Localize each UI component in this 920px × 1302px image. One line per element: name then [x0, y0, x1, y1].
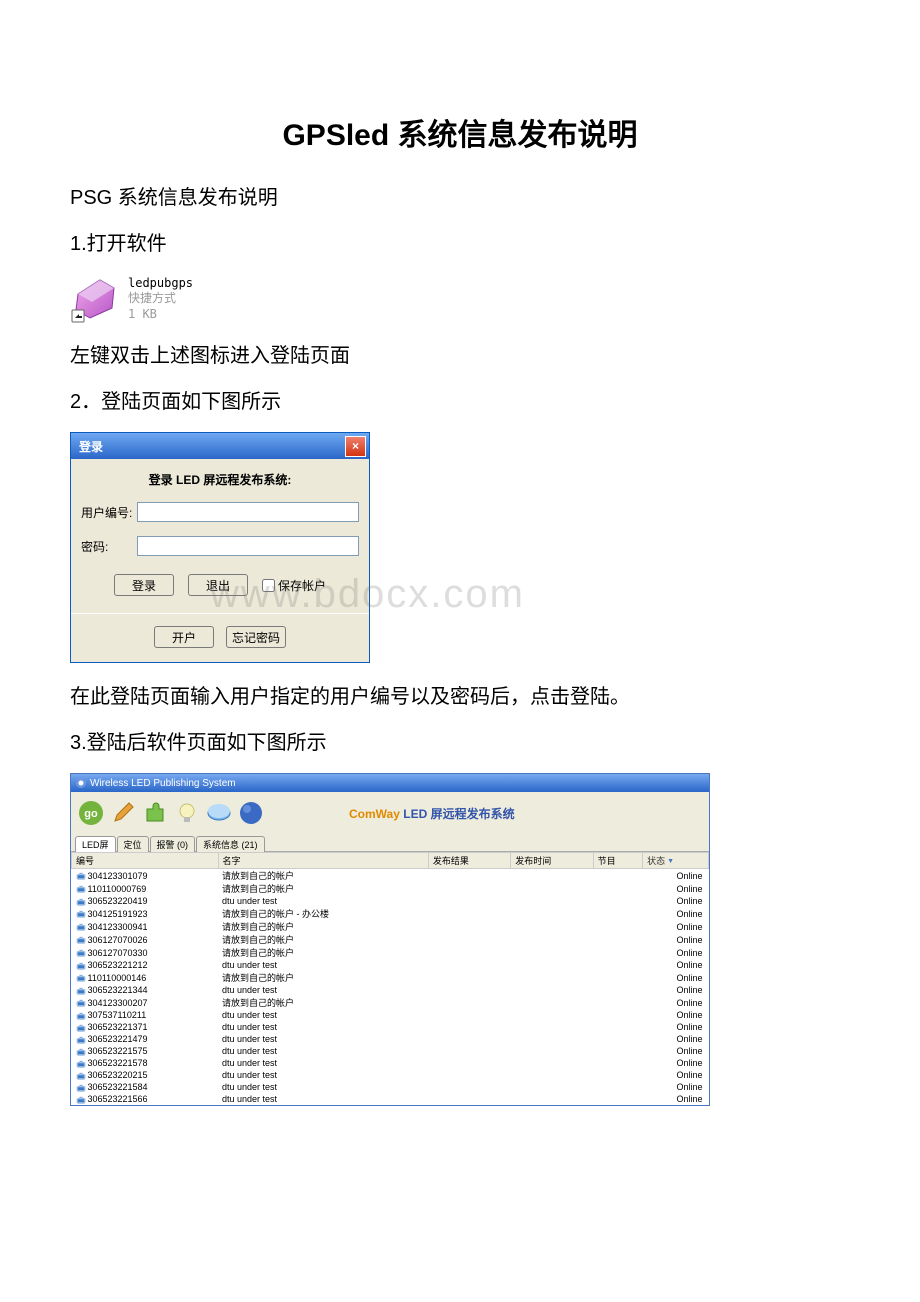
user-input[interactable] — [137, 502, 359, 522]
bulb-icon[interactable] — [173, 799, 201, 827]
app-toolbar: go ComWay LED 屏远程发布系统 — [71, 792, 709, 834]
app-tabs: LED屏定位报警 (0)系统信息 (21) — [71, 834, 709, 852]
device-icon — [76, 1084, 86, 1092]
table-row[interactable]: 306523221566dtu under testOnline — [72, 1093, 709, 1105]
device-icon — [76, 987, 86, 995]
table-header-row: 编号名字发布结果发布时间节目状态▼ — [72, 853, 709, 869]
device-table: 编号名字发布结果发布时间节目状态▼ 304123301079请放到自己的帐户On… — [71, 852, 709, 1105]
table-row[interactable]: 306127070330请放到自己的帐户Online — [72, 946, 709, 959]
save-account-check[interactable] — [262, 579, 275, 592]
globe-icon[interactable] — [237, 799, 265, 827]
col-3[interactable]: 发布时间 — [511, 853, 593, 869]
table-row[interactable]: 304123300207请放到自己的帐户Online — [72, 996, 709, 1009]
app-tab-2[interactable]: 报警 (0) — [150, 836, 196, 852]
login-titlebar: 登录 × — [71, 433, 369, 459]
device-icon — [76, 1036, 86, 1044]
app-window: Wireless LED Publishing System go ComWay… — [70, 773, 710, 1106]
body-line-2: 1.打开软件 — [70, 228, 850, 260]
device-icon — [76, 999, 86, 1007]
login-button[interactable]: 登录 — [114, 574, 174, 596]
shortcut-filename: ledpubgps — [128, 276, 193, 292]
table-row[interactable]: 306127070026请放到自己的帐户Online — [72, 933, 709, 946]
body-line-6: 3.登陆后软件页面如下图所示 — [70, 727, 850, 759]
forgot-password-button[interactable]: 忘记密码 — [226, 626, 286, 648]
device-icon — [76, 1012, 86, 1020]
puzzle-icon[interactable] — [141, 799, 169, 827]
device-icon — [76, 974, 86, 982]
table-row[interactable]: 304125191923请放到自己的帐户 - 办公楼Online — [72, 907, 709, 920]
device-icon — [76, 1048, 86, 1056]
app-icon — [75, 777, 87, 789]
body-line-4: 2．登陆页面如下图所示 — [70, 386, 850, 418]
app-title-text: Wireless LED Publishing System — [90, 778, 236, 789]
table-row[interactable]: 304123300941请放到自己的帐户Online — [72, 920, 709, 933]
go-icon[interactable]: go — [77, 799, 105, 827]
table-row[interactable]: 306523221479dtu under testOnline — [72, 1033, 709, 1045]
disk-toolbar-icon[interactable] — [205, 799, 233, 827]
table-row[interactable]: 306523221344dtu under testOnline — [72, 984, 709, 996]
col-2[interactable]: 发布结果 — [428, 853, 510, 869]
shortcut-type: 快捷方式 — [128, 291, 193, 307]
pencil-icon[interactable] — [109, 799, 137, 827]
col-5[interactable]: 状态▼ — [643, 853, 709, 869]
app-tab-3[interactable]: 系统信息 (21) — [196, 836, 265, 852]
exit-button[interactable]: 退出 — [188, 574, 248, 596]
login-subtitle: 登录 LED 屏远程发布系统: — [81, 471, 359, 488]
device-icon — [76, 949, 86, 957]
app-brand: ComWay LED 屏远程发布系统 — [349, 805, 515, 822]
device-icon — [76, 936, 86, 944]
app-titlebar: Wireless LED Publishing System — [71, 774, 709, 792]
device-icon — [76, 1072, 86, 1080]
table-row[interactable]: 110110000146请放到自己的帐户Online — [72, 971, 709, 984]
device-icon — [76, 898, 86, 906]
device-icon — [76, 910, 86, 918]
table-row[interactable]: 304123301079请放到自己的帐户Online — [72, 869, 709, 883]
shortcut-size: 1 KB — [128, 307, 193, 323]
doc-title: GPSled 系统信息发布说明 — [70, 110, 850, 154]
table-row[interactable]: 307537110211dtu under testOnline — [72, 1009, 709, 1021]
svg-text:go: go — [84, 808, 98, 820]
body-line-5: 在此登陆页面输入用户指定的用户编号以及密码后，点击登陆。 — [70, 681, 850, 713]
sort-icon: ▼ — [667, 858, 674, 865]
col-0[interactable]: 编号 — [72, 853, 219, 869]
login-dialog: 登录 × 登录 LED 屏远程发布系统: 用户编号: 密码: 登录 退出 保存帐… — [70, 432, 370, 663]
login-title-text: 登录 — [79, 438, 103, 455]
body-line-3: 左键双击上述图标进入登陆页面 — [70, 340, 850, 372]
save-account-label: 保存帐户 — [278, 577, 326, 594]
body-line-1: PSG 系统信息发布说明 — [70, 182, 850, 214]
password-input[interactable] — [137, 536, 359, 556]
table-row[interactable]: 306523221371dtu under testOnline — [72, 1021, 709, 1033]
table-row[interactable]: 306523221584dtu under testOnline — [72, 1081, 709, 1093]
device-icon — [76, 962, 86, 970]
shortcut-icon: ledpubgps 快捷方式 1 KB — [70, 274, 850, 324]
col-1[interactable]: 名字 — [218, 853, 428, 869]
app-tab-0[interactable]: LED屏 — [75, 836, 116, 852]
device-icon — [76, 1096, 86, 1104]
open-account-button[interactable]: 开户 — [154, 626, 214, 648]
device-icon — [76, 1024, 86, 1032]
col-4[interactable]: 节目 — [593, 853, 642, 869]
table-row[interactable]: 306523221575dtu under testOnline — [72, 1045, 709, 1057]
close-icon[interactable]: × — [345, 436, 366, 457]
user-label: 用户编号: — [81, 504, 137, 521]
device-icon — [76, 1060, 86, 1068]
table-row[interactable]: 306523220419dtu under testOnline — [72, 895, 709, 907]
device-icon — [76, 872, 86, 880]
table-row[interactable]: 306523221578dtu under testOnline — [72, 1057, 709, 1069]
table-row[interactable]: 110110000769请放到自己的帐户Online — [72, 882, 709, 895]
device-icon — [76, 923, 86, 931]
disk-icon — [70, 274, 120, 324]
password-label: 密码: — [81, 538, 137, 555]
app-tab-1[interactable]: 定位 — [117, 836, 149, 852]
save-account-checkbox[interactable]: 保存帐户 — [262, 577, 326, 594]
device-icon — [76, 885, 86, 893]
table-row[interactable]: 306523221212dtu under testOnline — [72, 959, 709, 971]
table-row[interactable]: 306523220215dtu under testOnline — [72, 1069, 709, 1081]
